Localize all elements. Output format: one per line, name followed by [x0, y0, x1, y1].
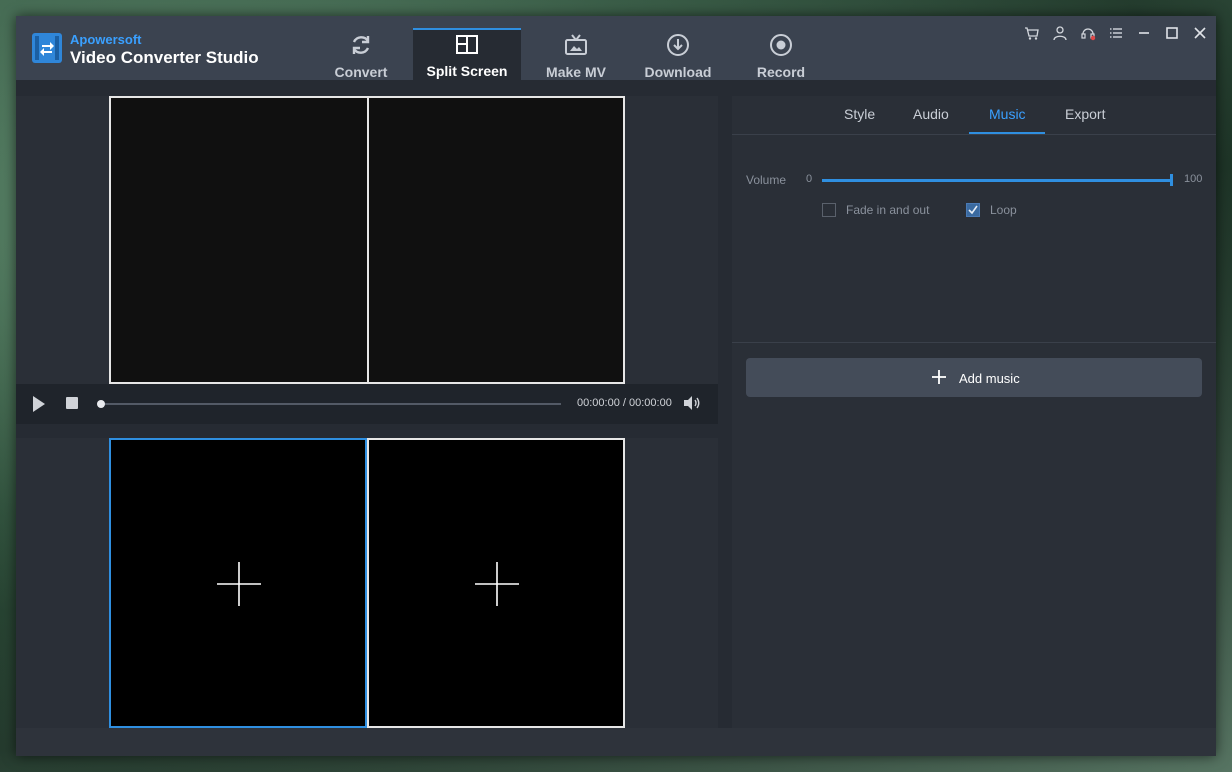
split-editor	[16, 438, 718, 728]
fade-checkbox[interactable]	[822, 203, 836, 217]
menu-icon[interactable]	[1108, 25, 1124, 41]
nav-split-screen-label: Split Screen	[426, 63, 508, 79]
loop-checkbox[interactable]	[966, 203, 980, 217]
play-icon[interactable]	[32, 396, 46, 412]
app-window: Apowersoft Video Converter Studio Conver…	[16, 16, 1216, 756]
close-icon[interactable]	[1191, 24, 1209, 42]
settings-panel: Style Audio Music Export Volume 0 100 Fa…	[732, 96, 1216, 728]
maximize-icon[interactable]	[1163, 24, 1181, 42]
nav-download[interactable]: Download	[624, 30, 732, 80]
refresh-icon	[352, 36, 370, 54]
nav-split-screen[interactable]: Split Screen	[413, 28, 521, 82]
preview-divider	[367, 98, 369, 382]
active-tab-indicator	[969, 132, 1045, 134]
volume-icon[interactable]	[683, 395, 701, 411]
user-icon[interactable]	[1052, 25, 1068, 41]
tab-music[interactable]: Music	[989, 106, 1026, 122]
checkmark-icon	[968, 205, 978, 215]
cart-icon[interactable]	[1024, 25, 1040, 41]
volume-label: Volume	[746, 173, 787, 187]
support-icon[interactable]	[1080, 25, 1096, 41]
split-screen-icon	[456, 35, 478, 54]
playback-controls: 00:00:00 / 00:00:00	[16, 384, 718, 424]
nav-convert-label: Convert	[334, 64, 388, 80]
record-icon	[770, 34, 792, 56]
fade-label: Fade in and out	[846, 203, 930, 217]
title-bar: Apowersoft Video Converter Studio Conver…	[16, 16, 1216, 82]
product-name: Video Converter Studio	[70, 48, 259, 67]
volume-slider[interactable]	[822, 179, 1172, 182]
volume-slider-handle[interactable]	[1170, 174, 1173, 186]
preview-frame	[109, 96, 625, 384]
settings-tabs: Style Audio Music Export	[732, 96, 1216, 135]
add-media-icon[interactable]	[215, 560, 263, 608]
add-music-button[interactable]: Add music	[746, 358, 1202, 397]
seek-bar[interactable]	[100, 403, 561, 405]
timecode: 00:00:00 / 00:00:00	[577, 397, 672, 409]
brand-name: Apowersoft	[70, 32, 142, 47]
minimize-icon[interactable]	[1135, 24, 1153, 42]
nav-make-mv[interactable]: Make MV	[522, 30, 630, 80]
nav-record-label: Record	[756, 64, 806, 80]
plus-icon	[932, 370, 946, 384]
section-divider	[732, 342, 1216, 343]
tv-icon	[565, 34, 587, 55]
tab-style[interactable]: Style	[844, 106, 875, 122]
loop-label: Loop	[990, 203, 1017, 217]
tab-audio[interactable]: Audio	[913, 106, 949, 122]
stop-button[interactable]	[66, 397, 78, 409]
split-cell-2[interactable]	[367, 438, 625, 728]
split-cell-1[interactable]	[109, 438, 367, 728]
add-media-icon[interactable]	[473, 560, 521, 608]
nav-make-mv-label: Make MV	[546, 64, 606, 80]
tab-export[interactable]: Export	[1065, 106, 1105, 122]
seek-knob[interactable]	[97, 400, 105, 408]
status-bar	[16, 728, 1216, 756]
volume-max: 100	[1184, 173, 1203, 185]
nav-record[interactable]: Record	[727, 30, 835, 80]
volume-min: 0	[806, 173, 813, 185]
app-logo-icon	[32, 33, 62, 63]
download-icon	[667, 34, 689, 56]
nav-convert[interactable]: Convert	[307, 30, 415, 80]
nav-download-label: Download	[644, 64, 712, 80]
preview-area	[16, 96, 718, 384]
add-music-label: Add music	[959, 371, 1020, 386]
